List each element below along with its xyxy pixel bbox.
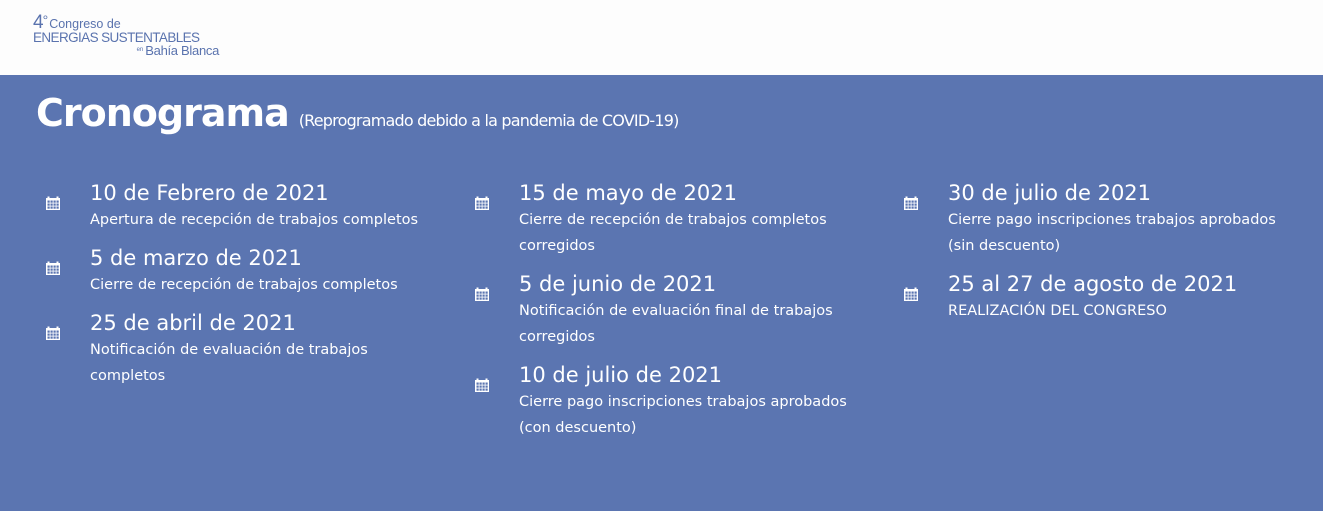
event-description: Cierre de recepción de trabajos completo… (90, 277, 398, 293)
calendar-icon (904, 287, 918, 301)
schedule-item: 10 de Febrero de 2021 Apertura de recepc… (42, 180, 422, 233)
schedule-item: 25 de abril de 2021 Notificación de eval… (42, 310, 422, 389)
logo-city-text: Bahía Blanca (145, 42, 219, 58)
schedule-item: 30 de julio de 2021 Cierre pago inscripc… (900, 180, 1280, 259)
calendar-icon (475, 378, 489, 392)
congress-logo[interactable]: 4 ° Congreso de ENERGIAS SUSTENTABLES en… (33, 12, 233, 57)
event-description: Cierre de recepción de trabajos completo… (519, 212, 827, 254)
calendar-icon (46, 261, 60, 275)
schedule-column-2: 15 de mayo de 2021 Cierre de recepción d… (471, 180, 851, 453)
schedule-item: 25 al 27 de agosto de 2021 REALIZACIÓN D… (900, 271, 1280, 324)
schedule-item: 5 de marzo de 2021 Cierre de recepción d… (42, 245, 422, 298)
schedule-section: Cronograma (Reprogramado debido a la pan… (0, 75, 1323, 511)
schedule-item: 15 de mayo de 2021 Cierre de recepción d… (471, 180, 851, 259)
calendar-icon (475, 196, 489, 210)
event-date: 5 de marzo de 2021 (90, 246, 302, 270)
schedule-column-1: 10 de Febrero de 2021 Apertura de recepc… (42, 180, 422, 401)
event-date: 15 de mayo de 2021 (519, 181, 737, 205)
event-description: Cierre pago inscripciones trabajos aprob… (948, 212, 1276, 254)
calendar-icon (904, 196, 918, 210)
schedule-item: 10 de julio de 2021 Cierre pago inscripc… (471, 362, 851, 441)
event-date: 25 de abril de 2021 (90, 311, 296, 335)
event-date: 25 al 27 de agosto de 2021 (948, 272, 1238, 296)
logo-degree: ° (42, 12, 49, 28)
event-date: 5 de junio de 2021 (519, 272, 717, 296)
event-description: Cierre pago inscripciones trabajos aprob… (519, 394, 847, 436)
site-header: 4 ° Congreso de ENERGIAS SUSTENTABLES en… (0, 0, 1323, 75)
logo-congreso-text: Congreso de (49, 16, 121, 31)
logo-line-bottom: en Bahía Blanca (33, 42, 220, 58)
event-date: 10 de julio de 2021 (519, 363, 723, 387)
event-date: 10 de Febrero de 2021 (90, 181, 329, 205)
calendar-icon (46, 196, 60, 210)
schedule-column-3: 30 de julio de 2021 Cierre pago inscripc… (900, 180, 1280, 336)
logo-en-text: en (136, 47, 144, 53)
section-heading: Cronograma (Reprogramado debido a la pan… (36, 91, 679, 135)
calendar-icon (46, 326, 60, 340)
page-title: Cronograma (36, 91, 290, 135)
event-description: Notificación de evaluación final de trab… (519, 303, 833, 345)
event-description: Apertura de recepción de trabajos comple… (90, 212, 419, 228)
schedule-item: 5 de junio de 2021 Notificación de evalu… (471, 271, 851, 350)
event-description: Notificación de evaluación de trabajos c… (90, 342, 368, 384)
event-description: REALIZACIÓN DEL CONGRESO (948, 303, 1167, 319)
logo-line-top: 4 ° Congreso de (33, 12, 233, 32)
event-date: 30 de julio de 2021 (948, 181, 1152, 205)
page-subtitle: (Reprogramado debido a la pandemia de CO… (298, 111, 680, 130)
calendar-icon (475, 287, 489, 301)
